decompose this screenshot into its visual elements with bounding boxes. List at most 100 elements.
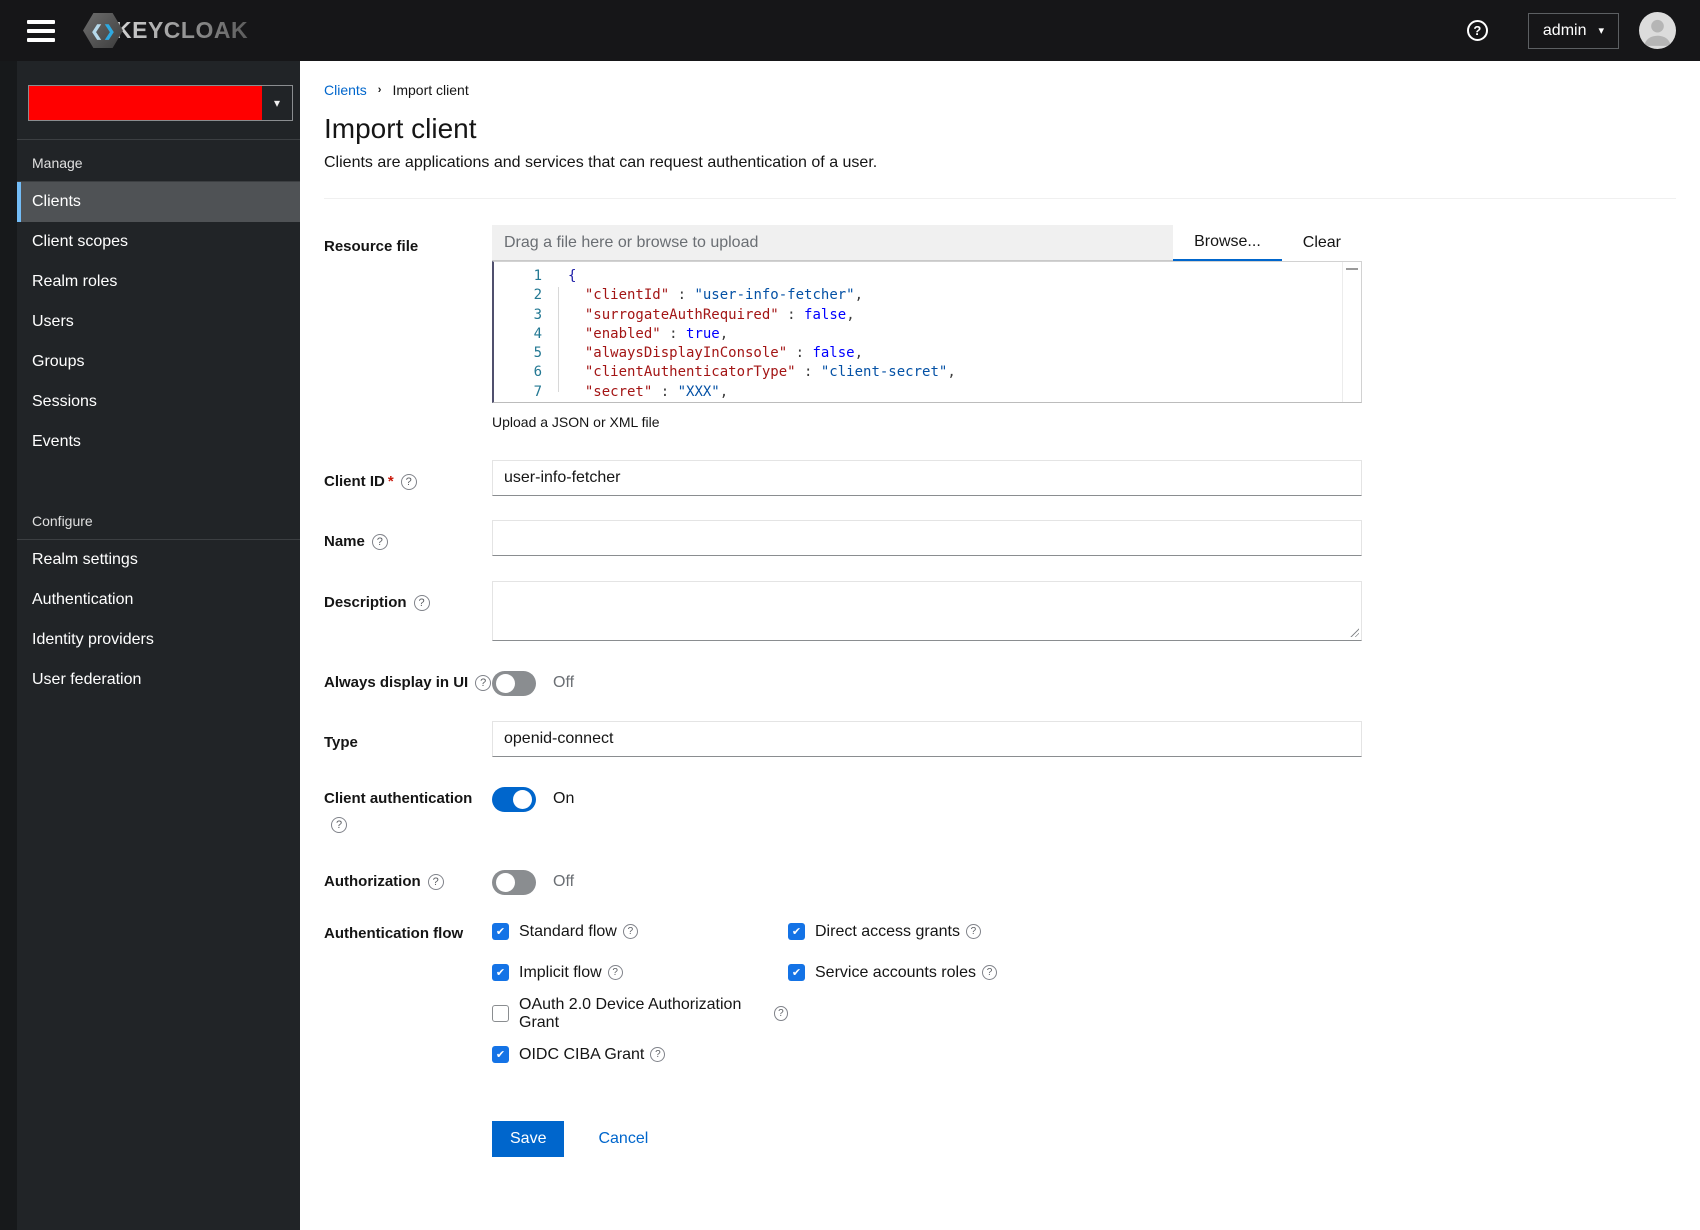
sidebar-item-realm-settings[interactable]: Realm settings [17, 540, 300, 580]
page-header: Import client Clients are applications a… [324, 113, 1676, 199]
sidebar-item-user-federation[interactable]: User federation [17, 660, 300, 700]
authorization-toggle[interactable] [492, 869, 536, 895]
sidebar-item-sessions[interactable]: Sessions [17, 382, 300, 422]
client-id-label: Client ID *? [324, 460, 492, 496]
client-authentication-toggle[interactable] [492, 786, 536, 812]
authentication-flow-options: ✔ Standard flow? ✔ Direct access grants? ✔ Im… [492, 921, 1362, 1063]
type-label: Type [324, 734, 358, 751]
help-icon[interactable]: ? [475, 675, 492, 692]
chevron-down-icon: ▾ [273, 96, 281, 110]
sidebar-item-authentication[interactable]: Authentication [17, 580, 300, 620]
description-label: Description? [324, 581, 492, 641]
sidebar-group-label-configure: Configure [32, 513, 93, 529]
code-line: 5 "alwaysDisplayInConsole" : false, [494, 344, 1361, 363]
indent-guide [558, 287, 559, 392]
sidebar-item-realm-roles[interactable]: Realm roles [17, 262, 300, 302]
save-button[interactable]: Save [492, 1121, 565, 1157]
json-code-editor[interactable]: 1{2 "clientId" : "user-info-fetcher", 3 "… [492, 261, 1362, 403]
keycloak-logo: ❮ ❯ KEYCLOAK [83, 13, 248, 48]
always-display-toggle[interactable] [492, 670, 536, 696]
line-number: 4 [533, 325, 542, 342]
help-icon[interactable]: ? [981, 965, 997, 980]
realm-selector[interactable]: ▾ [28, 85, 293, 121]
help-icon[interactable]: ? [965, 924, 981, 939]
client-authentication-state: On [553, 790, 575, 807]
authflow-option-implicit-flow: ✔ Implicit flow? [492, 964, 788, 981]
authflow-option-oauth-2-0-device-authorization-grant: OAuth 2.0 Device Authorization Grant? [492, 996, 788, 1031]
resource-file-label: Resource file [324, 238, 419, 255]
breadcrumb-clients-link[interactable]: Clients [324, 82, 367, 98]
clear-button[interactable]: Clear [1281, 225, 1362, 261]
help-icon[interactable]: ? [331, 817, 347, 834]
always-display-label-text: Always display in UI [324, 674, 469, 691]
code-line: 6 "clientAuthenticatorType" : "client-se… [494, 363, 1361, 382]
file-upload: Drag a file here or browse to upload Bro… [492, 225, 1362, 261]
authflow-option-service-accounts-roles: ✔ Service accounts roles? [788, 964, 1362, 981]
sidebar-item-client-scopes[interactable]: Client scopes [17, 222, 300, 262]
file-drop-zone[interactable]: Drag a file here or browse to upload [492, 225, 1174, 261]
checkbox-service-accounts-roles[interactable]: ✔ [788, 964, 805, 981]
checkbox-implicit-flow[interactable]: ✔ [492, 964, 509, 981]
realm-name-redacted [29, 86, 262, 120]
sidebar-item-events[interactable]: Events [17, 422, 300, 462]
editor-scrollbar[interactable] [1342, 262, 1361, 402]
user-menu-dropdown[interactable]: admin ▾ [1527, 12, 1619, 49]
help-icon[interactable]: ? [650, 1047, 666, 1062]
line-number: 3 [533, 306, 542, 323]
help-icon[interactable]: ? [1466, 20, 1488, 41]
logo-chevron-left-icon: ❮ [90, 22, 103, 40]
browse-button[interactable]: Browse... [1173, 225, 1282, 261]
checkbox-oauth-2-0-device-authorization-grant[interactable] [492, 1005, 509, 1022]
code-text: "surrogateAuthRequired" : false, [584, 306, 855, 323]
code-text: "enabled" : true, [584, 325, 729, 342]
line-number: 6 [533, 364, 542, 381]
breadcrumb-current: Import client [392, 82, 469, 98]
brand-text: KEYCLOAK [115, 17, 249, 43]
help-icon[interactable]: ? [400, 474, 417, 491]
client-authentication-label-text: Client authentication [324, 790, 473, 807]
checkbox-label: OIDC CIBA Grant [519, 1045, 645, 1063]
sidebar-item-users[interactable]: Users [17, 302, 300, 342]
main-content: Clients › Import client Import client Cl… [300, 61, 1700, 1230]
person-icon [1644, 19, 1671, 46]
authentication-flow-label: Authentication flow [324, 925, 464, 942]
client-id-input[interactable] [492, 460, 1362, 496]
sidebar: ▾ Manage Clients Client scopes Realm roles U… [0, 61, 300, 1230]
help-icon[interactable]: ? [607, 965, 623, 980]
help-icon[interactable]: ? [427, 874, 444, 891]
name-input[interactable] [492, 520, 1362, 556]
cancel-link[interactable]: Cancel [598, 1130, 648, 1148]
code-line: 4 "enabled" : true, [494, 325, 1361, 344]
authorization-label: Authorization? [324, 866, 492, 895]
type-input[interactable] [492, 721, 1362, 757]
help-icon[interactable]: ? [622, 924, 638, 939]
authorization-label-text: Authorization [324, 873, 421, 890]
checkbox-label: Service accounts roles [815, 963, 976, 981]
checkbox-oidc-ciba-grant[interactable]: ✔ [492, 1046, 509, 1063]
nav-toggle-icon[interactable] [27, 19, 55, 42]
line-number: 1 [533, 268, 542, 284]
help-icon[interactable]: ? [773, 1006, 788, 1021]
checkbox-label: Direct access grants [815, 922, 960, 940]
description-textarea[interactable] [492, 581, 1362, 641]
line-number: 5 [533, 345, 542, 362]
form-actions: Save Cancel [492, 1121, 1362, 1157]
description-label-text: Description [324, 594, 407, 611]
checkbox-direct-access-grants[interactable]: ✔ [788, 923, 805, 940]
sidebar-nav: Manage Clients Client scopes Realm roles Use… [17, 140, 300, 700]
help-icon[interactable]: ? [413, 595, 430, 612]
checkbox-standard-flow[interactable]: ✔ [492, 923, 509, 940]
help-icon[interactable]: ? [371, 534, 388, 551]
code-text: "clientAuthenticatorType" : "client-secr… [584, 364, 956, 381]
upload-helper-text: Upload a JSON or XML file [492, 414, 660, 430]
code-line: 7 "secret" : "XXX", [494, 383, 1361, 402]
sidebar-item-groups[interactable]: Groups [17, 342, 300, 382]
code-text: "secret" : "XXX", [584, 383, 729, 400]
page-title: Import client [324, 113, 477, 144]
sidebar-item-identity-providers[interactable]: Identity providers [17, 620, 300, 660]
always-display-label: Always display in UI? [324, 667, 492, 696]
sidebar-group-label-manage: Manage [32, 155, 83, 171]
masthead: ❮ ❯ KEYCLOAK ? admin ▾ [0, 0, 1700, 61]
avatar [1639, 12, 1676, 49]
sidebar-item-clients[interactable]: Clients [17, 182, 300, 222]
